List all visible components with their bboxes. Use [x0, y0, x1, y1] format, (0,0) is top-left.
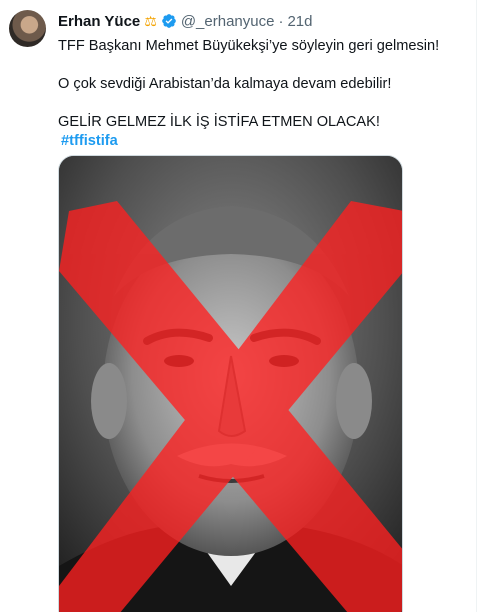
avatar[interactable]	[9, 10, 46, 47]
author-display-name[interactable]: Erhan Yüce	[58, 13, 140, 30]
timeline-column: Erhan Yüce ⚖ @_erhanyuce · 21d TFF Başka…	[0, 0, 477, 612]
tweet-header: Erhan Yüce ⚖ @_erhanyuce · 21d	[58, 11, 466, 31]
tweet-text-line: GELİR GELMEZ İLK İŞ İSTİFA ETMEN OLACAK!	[58, 114, 380, 130]
photo-of-man-crossed-out-with-red-x	[59, 156, 402, 612]
left-ear	[91, 363, 127, 439]
right-ear	[336, 363, 372, 439]
tweet-text: TFF Başkanı Mehmet Büyükekşi’ye söyleyin…	[58, 37, 464, 151]
tweet-text-line: TFF Başkanı Mehmet Büyükekşi’ye söyleyin…	[58, 38, 440, 54]
hashtag-link[interactable]: #tffistifa	[61, 132, 118, 151]
tweet-media-image[interactable]	[58, 155, 403, 612]
author-handle[interactable]: @_erhanyuce	[181, 13, 275, 30]
tweet-timestamp[interactable]: 21d	[287, 13, 312, 30]
tweet[interactable]: Erhan Yüce ⚖ @_erhanyuce · 21d TFF Başka…	[0, 0, 476, 612]
separator-dot: ·	[278, 12, 284, 30]
scales-icon: ⚖	[144, 13, 157, 29]
tweet-text-line: O çok sevdiği Arabistan’da kalmaya devam…	[58, 76, 392, 92]
verified-badge-icon[interactable]	[161, 13, 177, 29]
